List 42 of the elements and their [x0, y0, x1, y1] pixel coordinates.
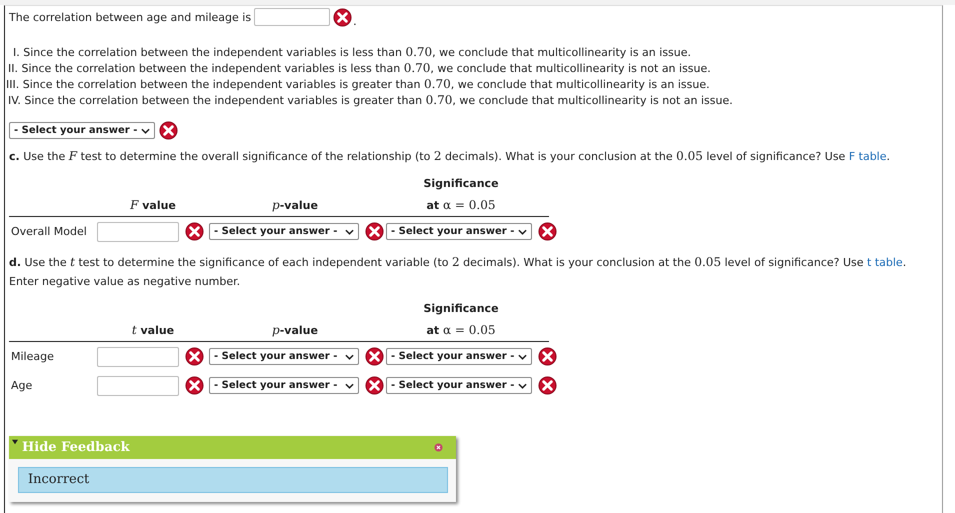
input-field[interactable] [97, 346, 179, 366]
chevron-icon [345, 354, 354, 360]
column-header: at α = 0.05 [426, 323, 496, 337]
answer-dropdown[interactable]: - Select your answer - [209, 377, 359, 394]
statement-text: III. Since the correlation between the independent variables is greater than 0.70, we conclude that multicollinearity is an issue. [6, 76, 711, 92]
question-text: d. Use the t test to determine the significance of each independent variable (to 2 decimals). What is your conclusion at the 0.05 level of significance? Use t table. Enter negative value as negative number. [9, 254, 908, 290]
answer-dropdown[interactable]: - Select your answer - [9, 122, 156, 139]
column-header: t value [132, 323, 174, 337]
answer-dropdown[interactable]: - Select your answer - [209, 348, 359, 365]
answer-dropdown[interactable]: - Select your answer - [386, 223, 532, 240]
triangle-icon[interactable] [12, 439, 18, 445]
input-field[interactable] [254, 8, 330, 26]
feedback-message: Incorrect [18, 467, 448, 493]
statement-text: IV. Since the correlation between the independent variables is greater than 0.70, we conclude that multicollinearity is not an issue. [8, 92, 734, 108]
close-icon[interactable] [434, 443, 443, 452]
column-header: p-value [272, 198, 318, 212]
chevron-icon [345, 228, 354, 234]
column-header: Significance [423, 176, 499, 190]
period-text: . [353, 15, 357, 28]
chevron-icon [518, 382, 528, 388]
input-field[interactable] [97, 376, 179, 396]
statement-text: II. Since the correlation between the independent variables is less than 0.70, we conclude that multicollinearity is not an issue. [8, 60, 712, 76]
column-header: Significance [423, 302, 499, 314]
chevron-icon [141, 128, 150, 134]
chevron-icon [518, 228, 528, 234]
column-header: p-value [272, 323, 318, 337]
table-link[interactable]: F table [848, 150, 886, 163]
answer-dropdown[interactable]: - Select your answer - [209, 223, 359, 240]
answer-dropdown[interactable]: - Select your answer - [386, 377, 532, 394]
column-header: F value [130, 198, 176, 212]
answer-dropdown[interactable]: - Select your answer - [386, 348, 532, 365]
input-field[interactable] [97, 222, 179, 242]
row-label: Mileage [10, 350, 55, 363]
statement-text: I. Since the correlation between the independent variables is less than 0.70, we conclude that multicollinearity is an issue. [12, 44, 692, 60]
table-link[interactable]: t table [867, 256, 903, 269]
chevron-icon [345, 382, 354, 388]
row-label: Overall Model [10, 225, 88, 238]
chevron-icon [518, 354, 528, 360]
row-label: Age [10, 379, 34, 392]
question-text: c. Use the F test to determine the overall significance of the relationship (to 2 decimals). What is your conclusion at the 0.05 level of significance? Use F table. [9, 148, 891, 165]
column-header: at α = 0.05 [426, 198, 496, 212]
question-text: The correlation between age and mileage is [9, 10, 252, 24]
